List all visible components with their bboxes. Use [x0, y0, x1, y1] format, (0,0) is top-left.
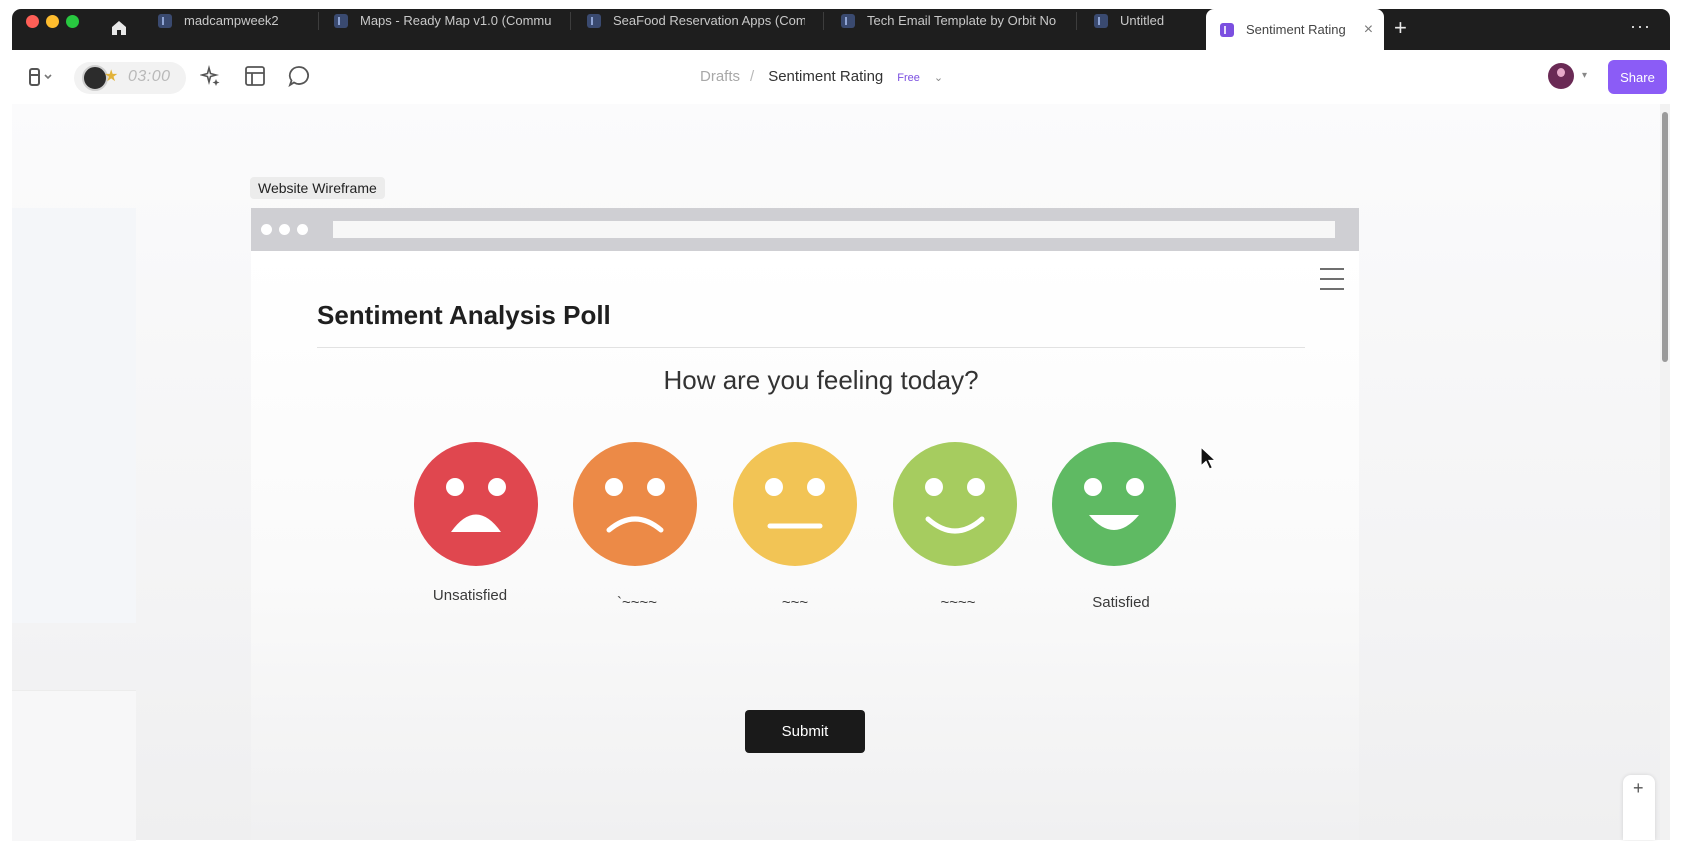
new-tab-button[interactable]: +: [1394, 15, 1407, 41]
figma-file-icon: [587, 13, 601, 28]
tab-sentiment-rating[interactable]: Sentiment Rating ×: [1206, 9, 1384, 50]
submit-button[interactable]: Submit: [745, 710, 865, 753]
very-unhappy-face-icon[interactable]: [413, 441, 539, 567]
tab-divider: [1076, 12, 1077, 30]
star-icon: ★: [104, 68, 119, 85]
close-icon[interactable]: ×: [1364, 21, 1373, 39]
face-label-unsatisfied: Unsatisfied: [432, 587, 508, 604]
avatar[interactable]: [1548, 63, 1574, 89]
home-icon[interactable]: [110, 19, 130, 39]
file-name[interactable]: Sentiment Rating: [768, 68, 883, 85]
tab-maps-ready-map[interactable]: Maps - Ready Map v1.0 (Commu: [334, 0, 552, 41]
tab-divider: [318, 12, 319, 30]
neutral-face-icon[interactable]: [732, 441, 858, 567]
tab-divider: [570, 12, 571, 30]
frame-menu-icon[interactable]: [28, 66, 52, 88]
tab-label: Untitled: [1120, 13, 1165, 28]
window-maximize-button[interactable]: [66, 15, 79, 28]
figma-file-icon: [158, 13, 172, 28]
face-label-unhappy: `~~~~: [616, 594, 658, 611]
chevron-down-icon[interactable]: ▾: [1582, 70, 1587, 81]
wireframe-dot: [279, 224, 290, 235]
plan-badge: Free: [897, 72, 920, 84]
tab-label: Tech Email Template by Orbit No: [867, 13, 1057, 28]
face-label-neutral: ~~~: [781, 594, 809, 611]
tab-tech-email-template[interactable]: Tech Email Template by Orbit No: [841, 0, 1059, 41]
breadcrumb-separator: /: [750, 68, 755, 85]
tab-label: madcampweek2: [184, 13, 279, 28]
chevron-down-icon[interactable]: ⌄: [934, 72, 943, 84]
share-button[interactable]: Share: [1608, 60, 1667, 94]
tab-label: Sentiment Rating: [1246, 22, 1346, 37]
layout-panel-icon[interactable]: [244, 65, 266, 87]
tab-label: SeaFood Reservation Apps (Com: [613, 13, 805, 28]
very-happy-face-icon[interactable]: [1051, 441, 1177, 567]
wireframe-dot: [261, 224, 272, 235]
unhappy-face-icon[interactable]: [572, 441, 698, 567]
mouse-cursor-icon: [1200, 445, 1218, 472]
sparkle-ai-icon[interactable]: [198, 64, 222, 87]
tab-label: Maps - Ready Map v1.0 (Commu: [360, 13, 552, 28]
canvas-side-frame-lower: [12, 690, 136, 841]
figma-file-icon: [1094, 13, 1108, 28]
canvas-side-frame: [12, 208, 136, 623]
face-label-happy: ~~~~: [940, 594, 976, 611]
hamburger-menu-icon[interactable]: [1320, 268, 1344, 290]
timer-value: 03:00: [128, 68, 171, 85]
figma-file-icon: [334, 13, 348, 28]
more-options-icon[interactable]: ···: [1630, 16, 1651, 37]
tab-seafood-reservation[interactable]: SeaFood Reservation Apps (Com: [587, 0, 805, 41]
wireframe-url-bar: [333, 221, 1335, 238]
breadcrumb-drafts[interactable]: Drafts: [700, 68, 740, 85]
title-divider: [317, 347, 1305, 348]
frame-label[interactable]: Website Wireframe: [250, 177, 385, 199]
page-title: Sentiment Analysis Poll: [317, 300, 611, 330]
figma-file-icon: [841, 13, 855, 28]
poll-question: How are you feeling today?: [663, 365, 979, 395]
face-label-satisfied: Satisfied: [1092, 594, 1150, 611]
wireframe-dot: [297, 224, 308, 235]
tab-madcampweek2[interactable]: madcampweek2: [158, 0, 308, 41]
figma-file-icon: [1220, 22, 1234, 37]
happy-face-icon[interactable]: [892, 441, 1018, 567]
window-close-button[interactable]: [26, 15, 39, 28]
comment-bubble-icon[interactable]: [288, 65, 310, 88]
breadcrumb: Drafts / Sentiment Rating Free ⌄: [700, 68, 943, 85]
zoom-in-button[interactable]: +: [1633, 778, 1644, 799]
tab-untitled[interactable]: Untitled: [1094, 0, 1194, 41]
tab-divider: [823, 12, 824, 30]
window-minimize-button[interactable]: [46, 15, 59, 28]
scrollbar-thumb[interactable]: [1662, 112, 1668, 362]
